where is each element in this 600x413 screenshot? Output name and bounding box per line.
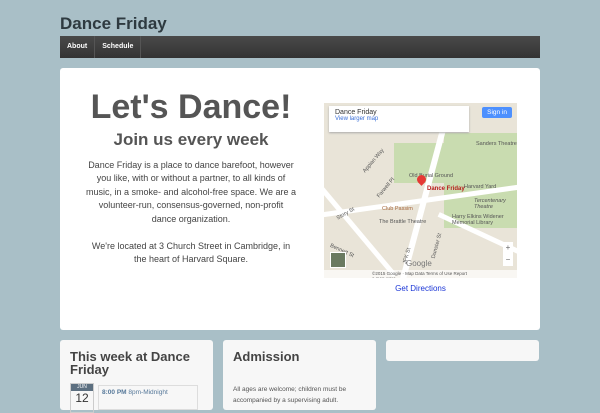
google-logo: Google xyxy=(406,259,432,268)
map-label: Tercentenary Theatre xyxy=(474,198,506,210)
hero-location: We're located at 3 Church Street in Camb… xyxy=(91,241,291,265)
hero-title: Let's Dance! xyxy=(90,88,292,126)
map-label: Dunster St xyxy=(430,232,444,260)
satellite-toggle[interactable] xyxy=(330,252,346,268)
event-month: JUN xyxy=(71,384,93,391)
map-label: The Brattle Theatre xyxy=(379,219,427,225)
get-directions-link[interactable]: Get Directions xyxy=(324,284,517,293)
this-week-title: This week at Dance Friday xyxy=(70,349,190,377)
nav-schedule[interactable]: Schedule xyxy=(95,36,142,58)
view-larger-map-link[interactable]: View larger map xyxy=(335,116,463,122)
map-place-name: Dance Friday xyxy=(335,109,377,116)
event-desc: 8pm-Midnight xyxy=(128,389,168,396)
map-label: Farwell Pl xyxy=(376,176,397,200)
site-title[interactable]: Dance Friday xyxy=(60,14,167,34)
map-sign-in-button[interactable]: Sign in xyxy=(482,107,512,118)
admission-title: Admission xyxy=(233,349,300,364)
sidebar-widget xyxy=(386,340,539,361)
main-nav: About Schedule xyxy=(60,36,540,58)
nav-about[interactable]: About xyxy=(60,36,96,58)
map-label: Appian Way xyxy=(361,147,386,175)
admission-text: All ages are welcome; children must be a… xyxy=(233,386,347,404)
map-label: Club Passim xyxy=(382,206,413,212)
map-label: Harry Elkins Widener Memorial Library xyxy=(452,214,504,226)
map-zoom-control[interactable]: + − xyxy=(503,242,513,266)
hero-description: Dance Friday is a place to dance barefoo… xyxy=(86,160,296,224)
map-footer[interactable]: ©2015 Google · Map Data Terms of Use Rep… xyxy=(324,270,517,278)
map-pin-label: Dance Friday xyxy=(427,186,465,192)
embedded-map[interactable]: Old Burial Ground Harvard Yard Club Pass… xyxy=(324,103,517,278)
hero-card: Let's Dance! Join us every week Dance Fr… xyxy=(60,68,540,330)
map-label: Harvard Yard xyxy=(464,184,497,190)
calendar-date-icon: JUN 12 xyxy=(70,383,94,413)
hero-subtitle: Join us every week xyxy=(113,130,269,149)
event-item[interactable]: 8:00 PM 8pm-Midnight xyxy=(98,385,198,410)
map-place-card: Dance Friday View larger map xyxy=(329,106,469,132)
map-label: Sanders Theatre xyxy=(476,141,517,147)
event-time: 8:00 PM xyxy=(102,389,127,396)
event-day: 12 xyxy=(75,391,89,405)
